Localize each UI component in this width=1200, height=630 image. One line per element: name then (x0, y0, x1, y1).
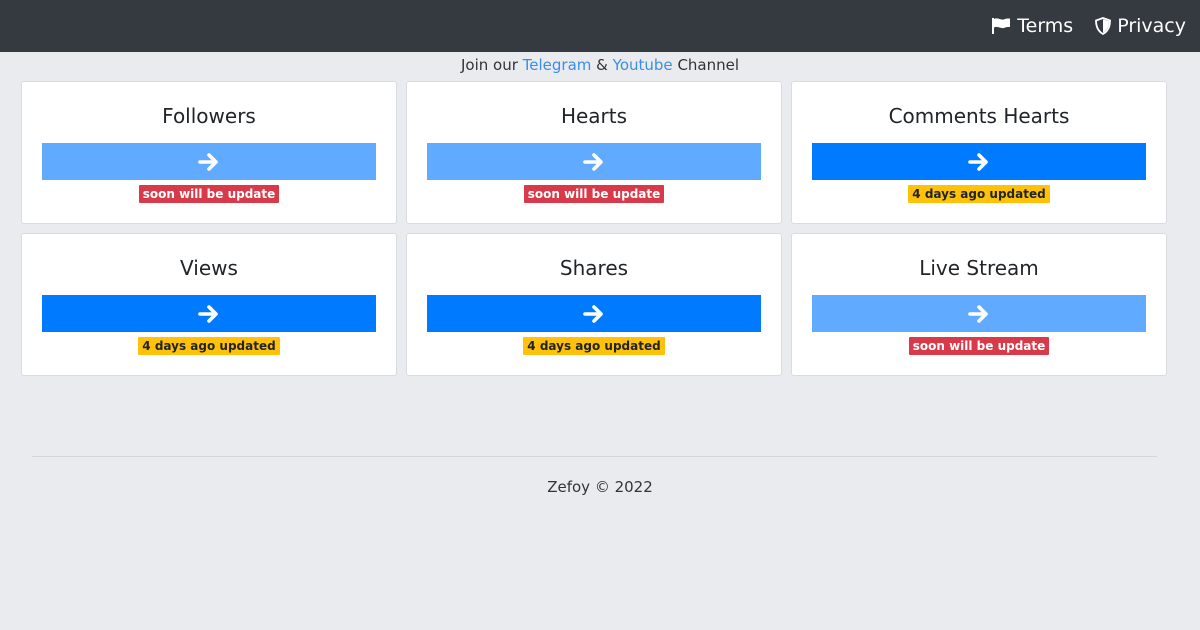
hearts-button[interactable] (427, 143, 761, 180)
shield-icon (1095, 17, 1112, 35)
arrow-right-icon (198, 304, 218, 323)
status-badge: soon will be update (908, 337, 1050, 355)
join-amp: & (596, 56, 608, 74)
card-title: Shares (559, 256, 629, 280)
status-badge-wrap: 4 days ago updated (792, 185, 1166, 203)
card-title: Hearts (560, 104, 628, 128)
arrow-right-icon (968, 152, 988, 171)
telegram-link[interactable]: Telegram (523, 56, 592, 74)
card-title: Comments Hearts (888, 104, 1070, 128)
footer-divider (32, 456, 1157, 457)
comments-hearts-button[interactable] (812, 143, 1146, 180)
card-title: Live Stream (919, 256, 1039, 280)
nav-privacy-label: Privacy (1117, 15, 1186, 37)
arrow-right-icon (198, 152, 218, 171)
service-card-live-stream: Live Stream soon will be update (791, 233, 1167, 376)
nav-terms-link[interactable]: Terms (991, 15, 1073, 37)
card-title: Views (180, 256, 238, 280)
navbar: Terms Privacy (0, 0, 1200, 52)
service-card-followers: Followers soon will be update (21, 81, 397, 224)
status-badge-wrap: soon will be update (407, 185, 781, 203)
arrow-right-icon (583, 304, 603, 323)
join-prefix: Join our (460, 56, 518, 74)
views-button[interactable] (42, 295, 376, 332)
status-badge: soon will be update (523, 185, 665, 203)
service-card-shares: Shares 4 days ago updated (406, 233, 782, 376)
status-badge: 4 days ago updated (138, 337, 280, 355)
flag-icon (992, 18, 1011, 34)
service-card-comments-hearts: Comments Hearts 4 days ago updated (791, 81, 1167, 224)
nav-terms-label: Terms (1017, 15, 1074, 37)
footer-copyright: Zefoy © 2022 (547, 478, 653, 496)
followers-button[interactable] (42, 143, 376, 180)
arrow-right-icon (583, 152, 603, 171)
join-channel-text: Join our Telegram & Youtube Channel (0, 56, 1200, 74)
live-stream-button[interactable] (812, 295, 1146, 332)
service-card-hearts: Hearts soon will be update (406, 81, 782, 224)
status-badge: 4 days ago updated (908, 185, 1050, 203)
status-badge-wrap: 4 days ago updated (22, 337, 396, 355)
shares-button[interactable] (427, 295, 761, 332)
youtube-link[interactable]: Youtube (613, 56, 673, 74)
arrow-right-icon (968, 304, 988, 323)
service-card-views: Views 4 days ago updated (21, 233, 397, 376)
join-suffix: Channel (677, 56, 740, 74)
card-title: Followers (162, 104, 256, 128)
status-badge: 4 days ago updated (523, 337, 665, 355)
nav-privacy-link[interactable]: Privacy (1095, 15, 1186, 37)
status-badge-wrap: soon will be update (22, 185, 396, 203)
status-badge-wrap: 4 days ago updated (407, 337, 781, 355)
status-badge: soon will be update (138, 185, 280, 203)
status-badge-wrap: soon will be update (792, 337, 1166, 355)
